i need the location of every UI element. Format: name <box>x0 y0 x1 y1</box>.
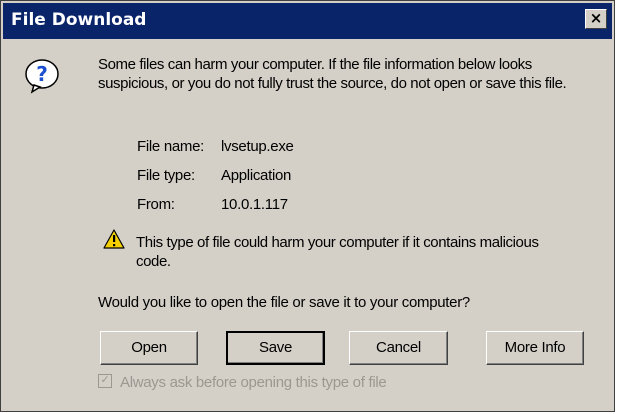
file-source-value: 10.0.1.117 <box>221 196 288 213</box>
file-name-label: File name: <box>137 138 205 155</box>
title-bar[interactable]: File Download × <box>3 3 612 39</box>
dialog-title: File Download <box>11 10 147 30</box>
svg-text:?: ? <box>36 62 48 86</box>
warning-message: This type of file could harm your comput… <box>136 234 539 270</box>
open-button[interactable]: Open <box>100 331 198 365</box>
save-button[interactable]: Save <box>226 331 325 365</box>
file-name-value: lvsetup.exe <box>221 138 294 155</box>
file-type-row: File type: Application <box>137 167 291 184</box>
prompt-text: Would you like to open the file or save … <box>98 294 470 311</box>
file-source-label: From: <box>137 196 175 213</box>
always-ask-checkbox-row: ✓ Always ask before opening this type of … <box>98 374 387 391</box>
always-ask-checkbox[interactable]: ✓ <box>98 374 112 389</box>
warning-icon <box>103 229 125 249</box>
file-type-label: File type: <box>137 167 195 184</box>
cancel-button[interactable]: Cancel <box>349 331 448 365</box>
file-download-dialog: File Download × ? Some files can harm yo… <box>0 0 615 412</box>
always-ask-label: Always ask before opening this type of f… <box>120 374 387 391</box>
security-message: Some files can harm your computer. If th… <box>98 56 567 92</box>
close-button[interactable]: × <box>585 9 607 29</box>
file-source-row: From: 10.0.1.117 <box>137 196 288 213</box>
question-icon: ? <box>25 59 59 94</box>
file-name-row: File name: lvsetup.exe <box>137 138 294 155</box>
file-type-value: Application <box>221 167 292 184</box>
more-info-button[interactable]: More Info <box>486 331 584 365</box>
